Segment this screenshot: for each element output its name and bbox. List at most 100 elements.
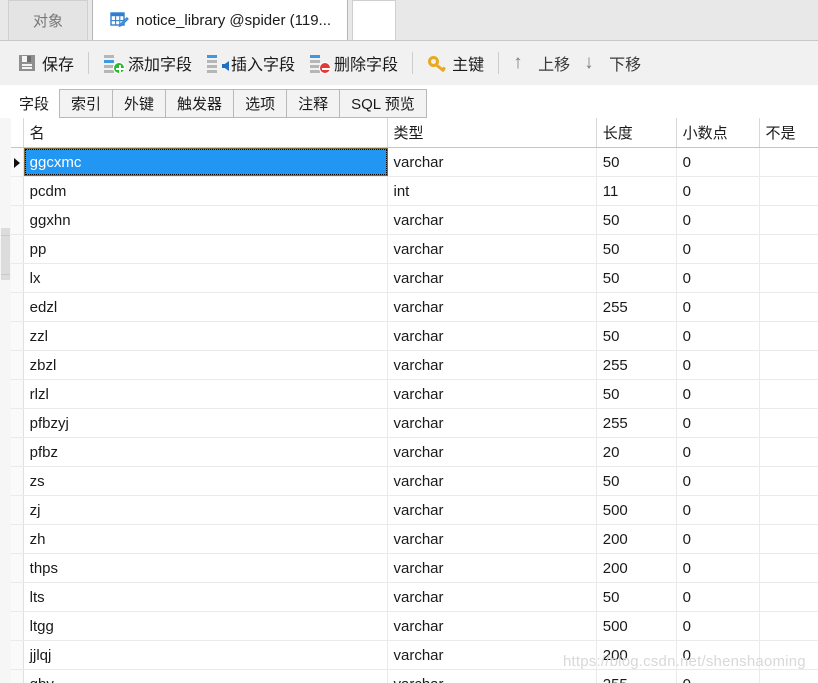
insert-field-button[interactable]: 插入字段 — [199, 47, 302, 79]
field-name-cell[interactable]: ltgg — [23, 612, 388, 640]
field-type-cell[interactable]: varchar — [387, 293, 597, 321]
field-name-cell[interactable]: zbzl — [23, 351, 388, 379]
field-decimals-cell[interactable]: 0 — [676, 409, 760, 437]
field-name-cell[interactable]: thps — [23, 554, 388, 582]
field-decimals-cell[interactable]: 0 — [676, 206, 760, 234]
field-length-cell[interactable]: 255 — [596, 351, 677, 379]
field-length-cell[interactable]: 255 — [596, 293, 677, 321]
field-length-cell[interactable]: 255 — [596, 670, 677, 683]
table-row[interactable]: zh varchar 200 0 — [11, 525, 818, 554]
move-down-button[interactable]: ↓ 下移 — [577, 47, 648, 79]
field-name-cell[interactable]: pcdm — [23, 177, 388, 205]
row-selector[interactable] — [11, 641, 24, 669]
row-selector[interactable] — [11, 612, 24, 640]
table-row[interactable]: ltgg varchar 500 0 — [11, 612, 818, 641]
field-notnull-cell[interactable] — [759, 235, 818, 263]
table-row[interactable]: zj varchar 500 0 — [11, 496, 818, 525]
field-decimals-cell[interactable]: 0 — [676, 525, 760, 553]
row-selector[interactable] — [11, 293, 24, 321]
grid-column-header[interactable]: 不是 — [760, 118, 818, 147]
field-notnull-cell[interactable] — [759, 583, 818, 611]
field-decimals-cell[interactable]: 0 — [676, 322, 760, 350]
field-type-cell[interactable]: varchar — [387, 148, 597, 176]
field-notnull-cell[interactable] — [759, 206, 818, 234]
designer-tab-3[interactable]: 触发器 — [165, 89, 235, 118]
tab-notice-library[interactable]: notice_library @spider (119... — [92, 0, 349, 40]
field-length-cell[interactable]: 50 — [596, 380, 677, 408]
field-length-cell[interactable]: 50 — [596, 235, 677, 263]
row-selector[interactable] — [11, 177, 24, 205]
table-row[interactable]: rlzl varchar 50 0 — [11, 380, 818, 409]
field-type-cell[interactable]: varchar — [387, 322, 597, 350]
field-name-cell[interactable]: pfbzyj — [23, 409, 388, 437]
field-notnull-cell[interactable] — [759, 467, 818, 495]
table-row[interactable]: gbv varchar 255 0 — [11, 670, 818, 683]
designer-tab-2[interactable]: 外键 — [112, 89, 167, 118]
grid-column-header[interactable]: 名 — [24, 118, 388, 147]
table-row[interactable]: pcdm int 11 0 — [11, 177, 818, 206]
row-selector[interactable] — [11, 206, 24, 234]
field-length-cell[interactable]: 50 — [596, 264, 677, 292]
field-decimals-cell[interactable]: 0 — [676, 380, 760, 408]
field-notnull-cell[interactable] — [759, 322, 818, 350]
field-notnull-cell[interactable] — [759, 177, 818, 205]
field-name-cell[interactable]: rlzl — [23, 380, 388, 408]
field-name-cell[interactable]: lts — [23, 583, 388, 611]
row-selector[interactable] — [11, 525, 24, 553]
field-type-cell[interactable]: varchar — [387, 409, 597, 437]
row-selector[interactable] — [11, 670, 24, 683]
grid-column-header[interactable]: 类型 — [388, 118, 597, 147]
row-selector[interactable] — [11, 554, 24, 582]
row-selector[interactable] — [11, 583, 24, 611]
table-row[interactable]: pp varchar 50 0 — [11, 235, 818, 264]
field-length-cell[interactable]: 255 — [596, 409, 677, 437]
designer-tab-4[interactable]: 选项 — [233, 89, 288, 118]
field-decimals-cell[interactable]: 0 — [676, 177, 760, 205]
field-notnull-cell[interactable] — [759, 496, 818, 524]
table-row[interactable]: zs varchar 50 0 — [11, 467, 818, 496]
field-notnull-cell[interactable] — [759, 554, 818, 582]
move-up-button[interactable]: ↑ 上移 — [506, 47, 577, 79]
field-type-cell[interactable]: varchar — [387, 235, 597, 263]
row-selector[interactable] — [11, 438, 24, 466]
table-row[interactable]: zbzl varchar 255 0 — [11, 351, 818, 380]
field-notnull-cell[interactable] — [759, 293, 818, 321]
field-type-cell[interactable]: varchar — [387, 351, 597, 379]
field-name-cell[interactable]: edzl — [23, 293, 388, 321]
add-field-button[interactable]: 添加字段 — [96, 47, 199, 79]
tab-new-area[interactable] — [352, 0, 397, 40]
field-decimals-cell[interactable]: 0 — [676, 670, 760, 683]
field-name-cell[interactable]: pp — [23, 235, 388, 263]
field-decimals-cell[interactable]: 0 — [676, 351, 760, 379]
field-type-cell[interactable]: varchar — [387, 264, 597, 292]
field-name-cell[interactable]: zj — [23, 496, 388, 524]
table-row[interactable]: pfbzyj varchar 255 0 — [11, 409, 818, 438]
field-type-cell[interactable]: varchar — [387, 641, 597, 669]
row-selector[interactable] — [11, 409, 24, 437]
field-type-cell[interactable]: varchar — [387, 496, 597, 524]
field-length-cell[interactable]: 500 — [596, 496, 677, 524]
field-decimals-cell[interactable]: 0 — [676, 438, 760, 466]
field-type-cell[interactable]: varchar — [387, 612, 597, 640]
grid-column-header[interactable]: 小数点 — [677, 118, 760, 147]
field-notnull-cell[interactable] — [759, 525, 818, 553]
delete-field-button[interactable]: 删除字段 — [302, 47, 405, 79]
field-decimals-cell[interactable]: 0 — [676, 264, 760, 292]
field-decimals-cell[interactable]: 0 — [676, 641, 760, 669]
field-type-cell[interactable]: varchar — [387, 583, 597, 611]
field-length-cell[interactable]: 200 — [596, 554, 677, 582]
field-notnull-cell[interactable] — [759, 612, 818, 640]
field-length-cell[interactable]: 50 — [596, 206, 677, 234]
field-notnull-cell[interactable] — [759, 148, 818, 176]
row-selector[interactable] — [11, 264, 24, 292]
field-notnull-cell[interactable] — [759, 670, 818, 683]
designer-tab-0[interactable]: 字段 — [8, 88, 61, 118]
field-decimals-cell[interactable]: 0 — [676, 148, 760, 176]
field-decimals-cell[interactable]: 0 — [676, 612, 760, 640]
field-notnull-cell[interactable] — [759, 264, 818, 292]
field-type-cell[interactable]: varchar — [387, 438, 597, 466]
field-name-cell[interactable]: pfbz — [23, 438, 388, 466]
field-type-cell[interactable]: varchar — [387, 525, 597, 553]
field-name-cell[interactable]: zs — [23, 467, 388, 495]
row-selector[interactable] — [11, 322, 24, 350]
